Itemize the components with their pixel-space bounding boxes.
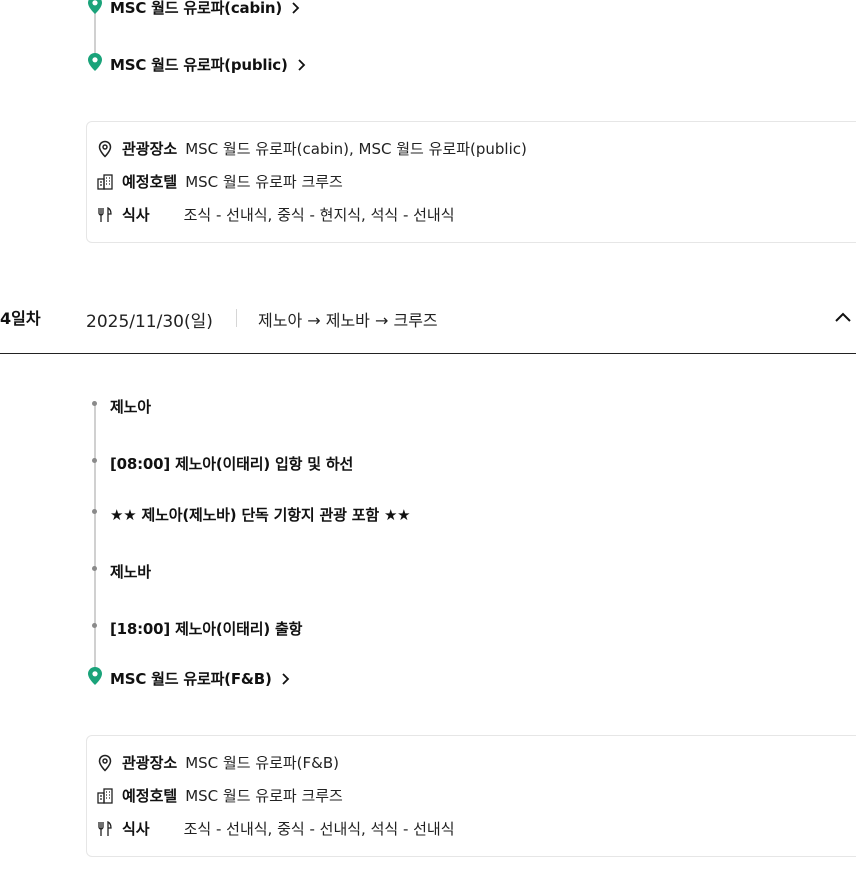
day3-item-public[interactable]: MSC 월드 유로파(public): [110, 54, 307, 75]
fork-knife-icon: [98, 206, 112, 222]
day4-item: [18:00] 제노아(이태리) 출항: [110, 620, 303, 638]
hotel-label: 예정호텔: [122, 787, 178, 805]
day4-item: [08:00] 제노아(이태리) 입항 및 하선: [110, 455, 354, 473]
meal-row: 식사 조식 - 선내식, 중식 - 현지식, 석식 - 선내식: [96, 204, 455, 225]
item-label: MSC 월드 유로파(F&B): [110, 670, 272, 688]
attractions-value: MSC 월드 유로파(cabin), MSC 월드 유로파(public): [185, 140, 527, 158]
meal-value: 조식 - 선내식, 중식 - 현지식, 석식 - 선내식: [183, 206, 455, 224]
map-pin-icon: [88, 0, 102, 14]
hotel-row: 예정호텔 MSC 월드 유로파 크루즈: [96, 171, 343, 192]
building-icon: [97, 173, 113, 190]
day-header-divider: [0, 353, 856, 354]
hotel-value: MSC 월드 유로파 크루즈: [185, 787, 343, 805]
attractions-row: 관광장소 MSC 월드 유로파(F&B): [96, 752, 339, 773]
chevron-right-icon: [282, 672, 289, 685]
timeline-line: [94, 403, 96, 673]
meal-label: 식사: [122, 206, 150, 224]
day3-item-cabin[interactable]: MSC 월드 유로파(cabin): [110, 0, 301, 18]
day-label: 4일차: [0, 309, 41, 328]
attractions-label: 관광장소: [122, 140, 178, 158]
day4-item: 제노아: [110, 398, 151, 416]
meal-label: 식사: [122, 820, 150, 838]
meal-value: 조식 - 선내식, 중식 - 선내식, 석식 - 선내식: [183, 820, 455, 838]
day4-item: 제노바: [110, 563, 151, 581]
timeline-dot: [92, 623, 97, 628]
timeline-dot: [92, 458, 97, 463]
day4-item-fnb[interactable]: MSC 월드 유로파(F&B): [110, 668, 291, 689]
chevron-right-icon: [297, 58, 305, 71]
map-pin-icon: [88, 53, 102, 71]
chevron-up-icon[interactable]: [832, 306, 854, 328]
timeline-dot: [92, 509, 97, 514]
meal-row: 식사 조식 - 선내식, 중식 - 선내식, 석식 - 선내식: [96, 818, 455, 839]
hotel-label: 예정호텔: [122, 173, 178, 191]
building-icon: [97, 787, 113, 804]
location-icon: [98, 140, 112, 158]
item-label: MSC 월드 유로파(cabin): [110, 0, 283, 17]
attractions-value: MSC 월드 유로파(F&B): [185, 754, 339, 772]
hotel-row: 예정호텔 MSC 월드 유로파 크루즈: [96, 785, 343, 806]
day-route: 제노아 → 제노바 → 크루즈: [258, 311, 438, 330]
attractions-label: 관광장소: [122, 754, 178, 772]
day4-item: ★★ 제노아(제노바) 단독 기항지 관광 포함 ★★: [110, 506, 411, 524]
day-date: 2025/11/30(일): [86, 312, 213, 332]
location-icon: [98, 754, 112, 772]
chevron-right-icon: [292, 1, 300, 14]
item-label: MSC 월드 유로파(public): [110, 56, 288, 74]
hotel-value: MSC 월드 유로파 크루즈: [185, 173, 343, 191]
map-pin-icon: [88, 667, 102, 685]
timeline-dot: [92, 566, 97, 571]
divider: [236, 309, 237, 327]
attractions-row: 관광장소 MSC 월드 유로파(cabin), MSC 월드 유로파(publi…: [96, 138, 527, 159]
fork-knife-icon: [98, 820, 112, 836]
timeline-dot: [92, 401, 97, 406]
